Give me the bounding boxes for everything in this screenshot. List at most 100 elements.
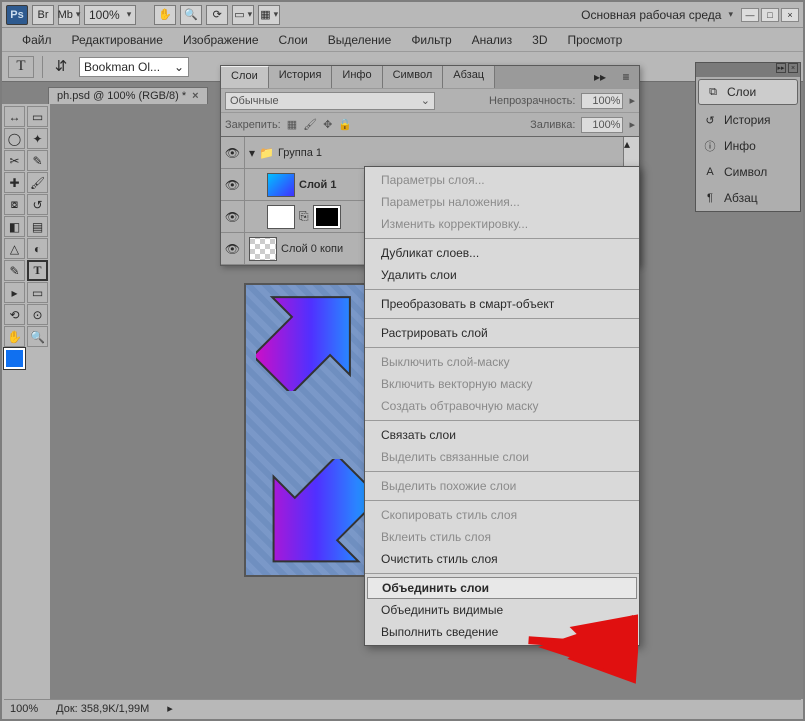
layer-name[interactable]: Группа 1: [274, 147, 623, 159]
tab-info[interactable]: Инфо: [332, 66, 382, 88]
dock-item-layers[interactable]: ⧉ Слои: [698, 79, 798, 105]
crop-tool[interactable]: ✂: [4, 150, 25, 171]
hand-tool-icon[interactable]: ✋: [154, 5, 176, 25]
bridge-button[interactable]: Br: [32, 5, 54, 25]
status-arrow-icon[interactable]: ▸: [167, 702, 173, 715]
menu-image[interactable]: Изображение: [173, 30, 269, 50]
dock-collapse-icon[interactable]: ▸▸: [776, 63, 786, 73]
stamp-tool[interactable]: ⧇: [4, 194, 25, 215]
menu-layers[interactable]: Слои: [269, 30, 318, 50]
lasso-tool[interactable]: ◯: [4, 128, 25, 149]
blend-mode-dropdown[interactable]: Обычные⌄: [225, 92, 435, 110]
workspace-dropdown[interactable]: Основная рабочая среда: [577, 5, 737, 25]
tab-history[interactable]: История: [269, 66, 333, 88]
tool-preset-icon[interactable]: T: [8, 56, 34, 78]
menu-item[interactable]: Преобразовать в смарт-объект: [365, 293, 639, 315]
rotate-view-icon[interactable]: ⟳: [206, 5, 228, 25]
dock-item-paragraph[interactable]: ¶ Абзац: [696, 185, 800, 211]
hand-tool[interactable]: ✋: [4, 326, 25, 347]
menu-item[interactable]: Удалить слои: [365, 264, 639, 286]
marquee-tool[interactable]: ▭: [27, 106, 48, 127]
menu-analysis[interactable]: Анализ: [462, 30, 523, 50]
status-zoom[interactable]: 100%: [10, 703, 38, 715]
menu-item[interactable]: Параметры слоя...: [365, 169, 639, 191]
panel-collapse-icon[interactable]: ▸▸: [587, 66, 613, 88]
menu-item[interactable]: Дубликат слоев...: [365, 242, 639, 264]
menu-item[interactable]: Выделить похожие слои: [365, 475, 639, 497]
gradient-tool[interactable]: ▤: [27, 216, 48, 237]
document-tab[interactable]: ph.psd @ 100% (RGB/8) * ×: [48, 87, 208, 104]
lock-pixels-icon[interactable]: ▦: [287, 118, 297, 131]
layer-row[interactable]: 👁 ▾ 📁 Группа 1 ▴: [221, 137, 639, 169]
orientation-icon[interactable]: ⇵: [51, 56, 71, 78]
path-select-tool[interactable]: ▸: [4, 282, 25, 303]
opacity-arrow-icon[interactable]: ▸: [629, 94, 635, 107]
menu-item[interactable]: Выполнить сведение: [365, 621, 639, 643]
3d-rotate-tool[interactable]: ⟲: [4, 304, 25, 325]
arrange-docs-icon[interactable]: ▦: [258, 5, 280, 25]
menu-item[interactable]: Выделить связанные слои: [365, 446, 639, 468]
menu-3d[interactable]: 3D: [522, 30, 557, 50]
mb-button[interactable]: Mb: [58, 5, 80, 25]
3d-camera-tool[interactable]: ⊙: [27, 304, 48, 325]
menu-item[interactable]: Изменить корректировку...: [365, 213, 639, 235]
dodge-tool[interactable]: ◐: [27, 238, 48, 259]
opacity-value[interactable]: 100%: [581, 93, 623, 109]
menu-item[interactable]: Выключить слой-маску: [365, 351, 639, 373]
menu-item[interactable]: Растрировать слой: [365, 322, 639, 344]
tab-character[interactable]: Символ: [383, 66, 444, 88]
lock-move-icon[interactable]: ✥: [323, 118, 332, 131]
pen-tool[interactable]: ✎: [4, 260, 25, 281]
lock-brush-icon[interactable]: 🖌: [303, 118, 317, 131]
menu-item[interactable]: Скопировать стиль слоя: [365, 504, 639, 526]
menu-item[interactable]: Очистить стиль слоя: [365, 548, 639, 570]
font-family-dropdown[interactable]: Bookman Ol...⌄: [79, 57, 189, 77]
dock-close-icon[interactable]: ×: [788, 63, 798, 73]
wand-tool[interactable]: ✦: [27, 128, 48, 149]
type-tool[interactable]: T: [27, 260, 48, 281]
history-brush-tool[interactable]: ↺: [27, 194, 48, 215]
maximize-button[interactable]: □: [761, 8, 779, 22]
dock-item-history[interactable]: ↺ История: [696, 107, 800, 133]
minimize-button[interactable]: —: [741, 8, 759, 22]
menu-view[interactable]: Просмотр: [557, 30, 632, 50]
menu-item[interactable]: Создать обтравочную маску: [365, 395, 639, 417]
expand-icon[interactable]: ▾: [245, 146, 259, 160]
dock-item-info[interactable]: ⓘ Инфо: [696, 133, 800, 159]
lock-all-icon[interactable]: 🔒: [338, 118, 352, 131]
foreground-color[interactable]: [4, 348, 25, 369]
menu-item-merge-layers[interactable]: Объединить слои: [367, 577, 637, 599]
scrollbar[interactable]: ▴: [623, 137, 639, 168]
screen-mode-icon[interactable]: ▭: [232, 5, 254, 25]
zoom-tool-icon[interactable]: 🔍: [180, 5, 202, 25]
eyedropper-tool[interactable]: ✎: [27, 150, 48, 171]
zoom-tool[interactable]: 🔍: [27, 326, 48, 347]
fill-arrow-icon[interactable]: ▸: [629, 118, 635, 131]
menu-edit[interactable]: Редактирование: [62, 30, 173, 50]
close-tab-icon[interactable]: ×: [192, 90, 198, 102]
shape-tool[interactable]: ▭: [27, 282, 48, 303]
tab-paragraph[interactable]: Абзац: [443, 66, 495, 88]
menu-item[interactable]: Вклеить стиль слоя: [365, 526, 639, 548]
eraser-tool[interactable]: ◧: [4, 216, 25, 237]
menu-filter[interactable]: Фильтр: [401, 30, 461, 50]
menu-item[interactable]: Параметры наложения...: [365, 191, 639, 213]
brush-tool[interactable]: 🖌: [27, 172, 48, 193]
dock-item-character[interactable]: A Символ: [696, 159, 800, 185]
move-tool[interactable]: ↔: [4, 106, 25, 127]
blur-tool[interactable]: △: [4, 238, 25, 259]
menu-item[interactable]: Включить векторную маску: [365, 373, 639, 395]
fill-value[interactable]: 100%: [581, 117, 623, 133]
visibility-icon[interactable]: 👁: [221, 169, 245, 200]
healing-tool[interactable]: ✚: [4, 172, 25, 193]
close-button[interactable]: ×: [781, 8, 799, 22]
menu-item[interactable]: Объединить видимые: [365, 599, 639, 621]
visibility-icon[interactable]: 👁: [221, 201, 245, 232]
menu-item[interactable]: Связать слои: [365, 424, 639, 446]
menu-file[interactable]: Файл: [12, 30, 62, 50]
zoom-dropdown[interactable]: 100%: [84, 5, 136, 25]
visibility-icon[interactable]: 👁: [221, 137, 245, 168]
panel-menu-icon[interactable]: ≡: [613, 66, 639, 88]
visibility-icon[interactable]: 👁: [221, 233, 245, 264]
menu-select[interactable]: Выделение: [318, 30, 402, 50]
